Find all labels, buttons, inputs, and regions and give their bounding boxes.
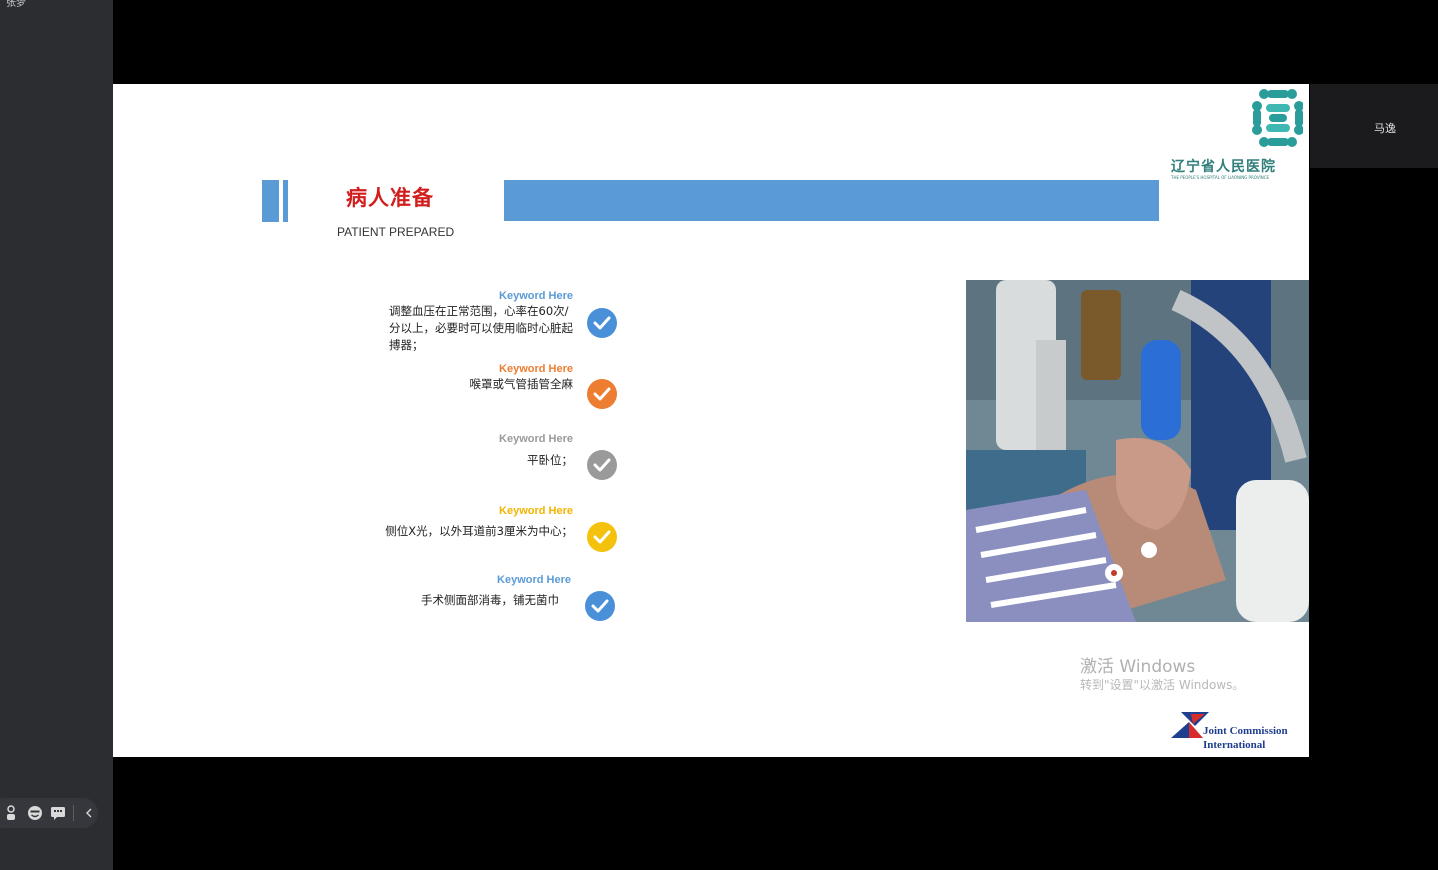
bottom-toolbar [0, 798, 98, 828]
left-sidebar: 张梦 [0, 0, 113, 870]
sidebar-top-label: 张梦 [6, 0, 26, 9]
item-text-line: 调整血压在正常范围，心率在60次/ [389, 304, 569, 318]
slide-title: 病人准备 [346, 185, 434, 210]
item-text: 喉罩或气管插管全麻 [469, 377, 574, 391]
presentation-slide: 辽宁省人民医院 THE PEOPLE'S HOSPITAL OF LIAONIN… [113, 84, 1309, 757]
item-text: 平卧位； [527, 453, 573, 467]
patient-photo [966, 280, 1309, 622]
list-item: Keyword Here 手术侧面部消毒，铺无菌巾 [421, 574, 571, 609]
list-item: Keyword Here 调整血压在正常范围，心率在60次/ 分以上，必要时可以… [389, 290, 573, 354]
check-icon [587, 522, 617, 552]
hospital-english-name: THE PEOPLE'S HOSPITAL OF LIAONING PROVIN… [1171, 175, 1270, 180]
toolbar-separator [73, 805, 75, 821]
item-text-line: 分以上，必要时可以使用临时心脏起 [389, 321, 573, 335]
item-keyword: Keyword Here [499, 363, 573, 375]
jci-line1: Joint Commission [1203, 725, 1288, 737]
chat-icon[interactable] [50, 804, 68, 822]
list-item: Keyword Here 喉罩或气管插管全麻 [470, 363, 574, 393]
item-text-line: 搏器； [389, 338, 424, 352]
activation-watermark-subtitle: 转到"设置"以激活 Windows。 [1080, 678, 1245, 692]
item-keyword: Keyword Here [499, 290, 573, 302]
participant-name: 马逸 [1374, 122, 1396, 135]
item-text: 手术侧面部消毒，铺无菌巾 [421, 593, 559, 607]
title-banner-bar [504, 180, 1159, 221]
title-accent-bar-thin [283, 180, 288, 222]
jci-line2: International [1203, 739, 1266, 751]
list-item: Keyword Here 侧位X光，以外耳道前3厘米为中心； [385, 505, 573, 540]
list-item: Keyword Here 平卧位； [499, 433, 573, 469]
item-keyword: Keyword Here [497, 574, 571, 586]
item-keyword: Keyword Here [499, 433, 573, 445]
item-text: 调整血压在正常范围，心率在60次/ 分以上，必要时可以使用临时心脏起 搏器； [389, 303, 573, 354]
activation-watermark-title: 激活 Windows [1080, 657, 1196, 677]
check-icon [585, 591, 615, 621]
item-keyword: Keyword Here [499, 505, 573, 517]
check-icon [587, 308, 617, 338]
slide-subtitle: PATIENT PREPARED [337, 225, 455, 239]
jci-name: Joint Commission International [1203, 724, 1288, 752]
chevron-left-icon[interactable] [80, 804, 98, 822]
emoji-icon[interactable] [26, 804, 44, 822]
title-accent-bar [262, 180, 282, 222]
participant-video-tile[interactable]: 马逸 [1310, 84, 1438, 168]
item-text: 侧位X光，以外耳道前3厘米为中心； [385, 524, 573, 538]
hospital-name: 辽宁省人民医院 [1171, 159, 1276, 175]
check-icon [587, 379, 617, 409]
person-icon[interactable] [2, 804, 20, 822]
check-icon [587, 450, 617, 480]
